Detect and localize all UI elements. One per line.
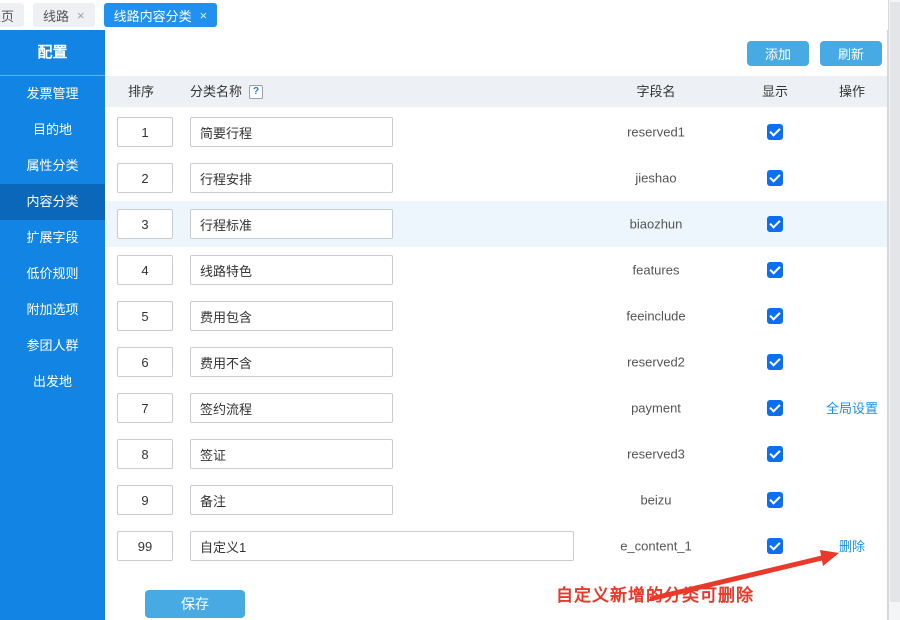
- sidebar: 配置 发票管理目的地属性分类内容分类扩展字段低价规则附加选项参团人群出发地: [0, 30, 105, 620]
- help-icon[interactable]: ?: [249, 85, 263, 99]
- sort-input[interactable]: [117, 255, 173, 285]
- show-checkbox[interactable]: [767, 216, 783, 232]
- main-content: 添加 刷新 排序 分类名称 ? 字段名 显示 操作 reserved1 jies…: [105, 30, 888, 620]
- show-column: [745, 124, 805, 140]
- header-field: 字段名: [591, 76, 721, 107]
- show-checkbox[interactable]: [767, 262, 783, 278]
- field-name: e_content_1: [591, 539, 721, 554]
- show-checkbox[interactable]: [767, 124, 783, 140]
- show-checkbox[interactable]: [767, 354, 783, 370]
- show-checkbox[interactable]: [767, 492, 783, 508]
- table-row: beizu: [105, 477, 887, 523]
- header-show: 显示: [745, 76, 805, 107]
- sidebar-items: 发票管理目的地属性分类内容分类扩展字段低价规则附加选项参团人群出发地: [0, 76, 105, 400]
- refresh-button[interactable]: 刷新: [820, 41, 882, 66]
- header-name: 分类名称 ?: [190, 76, 263, 107]
- sidebar-item[interactable]: 参团人群: [0, 328, 105, 364]
- show-column: [745, 216, 805, 232]
- sort-input[interactable]: [117, 209, 173, 239]
- tab-3[interactable]: 线路内容分类 ×: [104, 3, 218, 27]
- field-name: beizu: [591, 493, 721, 508]
- table-header: 排序 分类名称 ? 字段名 显示 操作: [105, 76, 887, 107]
- action-column: 删除: [810, 536, 894, 556]
- field-name: biaozhun: [591, 217, 721, 232]
- category-name-input[interactable]: [190, 117, 393, 147]
- tab-close-icon[interactable]: ×: [77, 9, 85, 22]
- annotation-text: 自定义新增的分类可删除: [556, 581, 754, 606]
- tab-1[interactable]: 主页: [0, 3, 24, 27]
- category-name-input[interactable]: [190, 301, 393, 331]
- show-checkbox[interactable]: [767, 538, 783, 554]
- header-sort: 排序: [128, 76, 154, 107]
- table-row: reserved2: [105, 339, 887, 385]
- sidebar-item[interactable]: 内容分类: [0, 184, 105, 220]
- sidebar-item[interactable]: 出发地: [0, 364, 105, 400]
- field-name: reserved3: [591, 447, 721, 462]
- action-column: 全局设置: [810, 398, 894, 418]
- table-row: payment 全局设置: [105, 385, 887, 431]
- header-action: 操作: [810, 76, 894, 107]
- action-link[interactable]: 全局设置: [826, 401, 878, 416]
- show-checkbox[interactable]: [767, 400, 783, 416]
- sort-input[interactable]: [117, 163, 173, 193]
- sidebar-item[interactable]: 扩展字段: [0, 220, 105, 256]
- sidebar-item[interactable]: 发票管理: [0, 76, 105, 112]
- tab-bar: 主页 线路 × 线路内容分类 ×: [0, 0, 888, 30]
- show-column: [745, 262, 805, 278]
- show-column: [745, 400, 805, 416]
- action-link[interactable]: 删除: [839, 539, 865, 554]
- table-row: feeinclude: [105, 293, 887, 339]
- show-column: [745, 170, 805, 186]
- tab-label: 线路: [43, 6, 69, 25]
- category-name-input[interactable]: [190, 531, 574, 561]
- category-name-input[interactable]: [190, 163, 393, 193]
- field-name: jieshao: [591, 171, 721, 186]
- field-name: features: [591, 263, 721, 278]
- sort-input[interactable]: [117, 393, 173, 423]
- show-column: [745, 492, 805, 508]
- category-name-input[interactable]: [190, 393, 393, 423]
- sort-input[interactable]: [117, 439, 173, 469]
- sidebar-item[interactable]: 属性分类: [0, 148, 105, 184]
- sort-input[interactable]: [117, 485, 173, 515]
- header-name-label: 分类名称: [190, 76, 242, 107]
- add-button[interactable]: 添加: [747, 41, 809, 66]
- sort-input[interactable]: [117, 301, 173, 331]
- table-body: reserved1 jieshao biaozhun features: [105, 109, 887, 569]
- sidebar-header: 配置: [0, 30, 105, 76]
- field-name: reserved2: [591, 355, 721, 370]
- show-checkbox[interactable]: [767, 308, 783, 324]
- category-name-input[interactable]: [190, 255, 393, 285]
- show-column: [745, 538, 805, 554]
- table-row: reserved3: [105, 431, 887, 477]
- table-row: e_content_1 删除: [105, 523, 887, 569]
- sort-input[interactable]: [117, 347, 173, 377]
- sort-input[interactable]: [117, 117, 173, 147]
- show-column: [745, 446, 805, 462]
- table-row: features: [105, 247, 887, 293]
- tab-label: 线路内容分类: [114, 6, 192, 25]
- field-name: reserved1: [591, 125, 721, 140]
- category-name-input[interactable]: [190, 347, 393, 377]
- field-name: payment: [591, 401, 721, 416]
- category-name-input[interactable]: [190, 209, 393, 239]
- table-row: reserved1: [105, 109, 887, 155]
- tab-close-icon[interactable]: ×: [200, 9, 208, 22]
- sidebar-item[interactable]: 附加选项: [0, 292, 105, 328]
- table-row: biaozhun: [105, 201, 887, 247]
- show-checkbox[interactable]: [767, 446, 783, 462]
- category-name-input[interactable]: [190, 485, 393, 515]
- show-column: [745, 308, 805, 324]
- category-name-input[interactable]: [190, 439, 393, 469]
- table-row: jieshao: [105, 155, 887, 201]
- show-column: [745, 354, 805, 370]
- save-button[interactable]: 保存: [145, 590, 245, 618]
- sidebar-item[interactable]: 目的地: [0, 112, 105, 148]
- show-checkbox[interactable]: [767, 170, 783, 186]
- sort-input[interactable]: [117, 531, 173, 561]
- field-name: feeinclude: [591, 309, 721, 324]
- tab-label: 主页: [0, 6, 14, 25]
- sidebar-item[interactable]: 低价规则: [0, 256, 105, 292]
- tab-2[interactable]: 线路 ×: [33, 3, 95, 27]
